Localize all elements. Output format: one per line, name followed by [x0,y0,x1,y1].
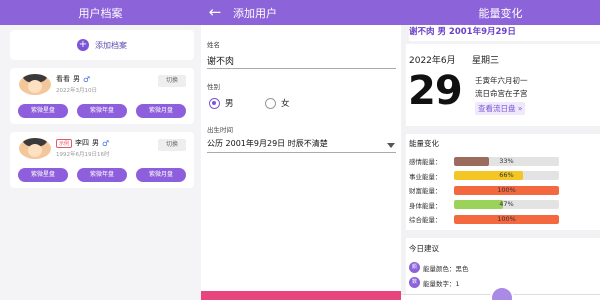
energy-bar-track: 33% [454,156,559,166]
add-user-screen: ← 添加用户 姓名 谢不肉 性别 男 女 出生时间 公历 2001年9月29日 … [201,0,401,300]
energy-label: 事业能量： [409,172,442,181]
energy-row: 身体能量： 47% [409,200,559,210]
energy-percent: 100% [497,185,516,194]
energy-percent: 47% [499,200,514,208]
profiles-topbar: 用户档案 [0,0,201,25]
energy-bar-track: 100% [454,214,559,224]
name-label: 姓名 [207,41,220,49]
gender-option-female: 女 [281,99,290,109]
energy-percent: 100% [497,214,516,223]
profile-date: 2022年3月10日 [56,88,97,94]
avatar [19,74,51,95]
energy-card: 能量变化 感情能量： 33% 事业能量： 66% 财富能量： 100% 身体能量： 47% 综合… [406,134,600,230]
birth-underline [207,152,396,153]
profile-date: 1992年6月19日16时 [56,152,110,158]
energy-percent: 66% [499,171,514,179]
user-header: 谢不肉 男 2001年9月29日 [409,25,600,41]
add-profile-label: 添加档案 [95,40,127,50]
name-underline [207,68,396,69]
page-title: 用户档案 [78,6,123,20]
energy-bar-track: 66% [454,171,559,180]
name-field[interactable]: 谢不肉 [207,54,234,67]
profile-gender: 男 [73,75,80,83]
energy-label: 综合能量： [409,216,442,224]
avatar [19,138,51,159]
advice-row: 颜 能量颜色：黑色 [409,262,469,273]
advice-number: 能量数字：1 [423,279,460,288]
number-icon: 数 [409,277,420,288]
year-month: 2022年6月 [409,56,456,66]
page-title: 能量变化 [478,6,523,20]
day-number: 29 [408,68,463,114]
weekday: 星期三 [472,56,500,66]
gender-radio-male[interactable]: 男 [209,97,234,109]
energy-percent: 33% [499,156,514,165]
energy-title: 能量变化 [409,139,439,148]
birth-time-label: 出生时间 [207,126,233,134]
example-tag: 示例 [56,138,73,148]
energy-label: 感情能量： [409,158,442,166]
profile-name: 看看 [56,75,70,83]
male-icon: ♂ [83,74,91,84]
radio-selected-icon [209,97,220,109]
gender-label: 性别 [207,83,220,91]
energy-label: 财富能量： [409,187,442,195]
color-icon: 颜 [409,262,420,273]
advice-title: 今日建议 [409,244,439,253]
plus-icon: + [77,39,89,51]
profile-gender: 男 [92,139,100,147]
back-arrow-icon[interactable]: ← [201,0,229,25]
profile-card[interactable]: 看看 男 ♂ 2022年3月10日 切换 紫微星盘 紫微年盘 紫微月盘 [10,68,194,124]
switch-button[interactable]: 切换 [158,75,186,87]
energy-row: 综合能量： 100% [409,214,559,224]
add-user-topbar: ← 添加用户 [201,0,401,25]
ziwei-star-chart-button[interactable]: 紫微星盘 [18,168,68,182]
day-palace: 流日命宫在子宫 [475,89,528,98]
view-daily-chart-link[interactable]: 查看流日盘 » [475,102,526,115]
gender-radio-female[interactable]: 女 [265,97,290,109]
date-card: 2022年6月 星期三 29 壬寅年六月初一 流日命宫在子宫 查看流日盘 » [406,44,600,126]
profile-card[interactable]: 示例 李四 男 ♂ 1992年6月19日16时 切换 紫微星盘 紫微年盘 紫微月… [10,132,194,188]
switch-button[interactable]: 切换 [158,139,186,151]
ziwei-month-chart-button[interactable]: 紫微月盘 [136,168,186,182]
ziwei-month-chart-button[interactable]: 紫微月盘 [136,104,186,118]
energy-row: 财富能量： 100% [409,185,559,195]
male-icon: ♂ [102,138,110,148]
lunar-date: 壬寅年六月初一 [475,76,528,85]
energy-screen: 能量变化 谢不肉 男 2001年9月29日 2022年6月 星期三 29 壬寅年… [401,0,600,300]
advice-row: 数 能量数字：1 [409,277,460,288]
energy-label: 身体能量： [409,201,442,210]
ziwei-year-chart-button[interactable]: 紫微年盘 [77,168,127,182]
profiles-screen: 用户档案 + 添加档案 看看 男 ♂ 2022年3月10日 切换 紫微星盘 紫微… [0,0,201,300]
add-profile-button[interactable]: + 添加档案 [10,30,194,60]
ziwei-year-chart-button[interactable]: 紫微年盘 [77,104,127,118]
ziwei-star-chart-button[interactable]: 紫微星盘 [18,104,68,118]
energy-row: 事业能量： 66% [409,171,559,181]
profile-name: 李四 [75,139,90,147]
gender-option-male: 男 [225,99,234,109]
submit-bar[interactable] [201,291,401,300]
energy-row: 感情能量： 33% [409,156,559,166]
dropdown-icon[interactable] [387,143,395,148]
page-title: 添加用户 [233,6,277,20]
advice-color: 能量颜色：黑色 [423,264,469,273]
birth-time-field[interactable]: 公历 2001年9月29日 时辰不清楚 [207,138,328,149]
energy-bar-track: 100% [454,185,559,195]
radio-unselected-icon [265,97,276,109]
energy-bar-track: 47% [454,200,559,209]
energy-topbar: 能量变化 [401,0,600,25]
